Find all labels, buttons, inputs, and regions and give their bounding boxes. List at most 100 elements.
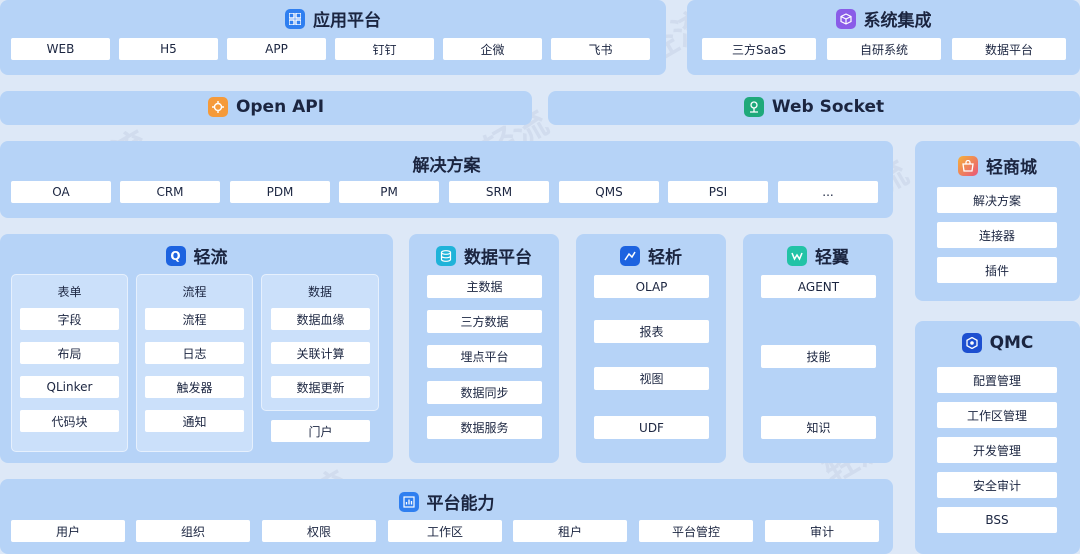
network-icon	[743, 97, 764, 117]
qingxi-panel: 轻析 OLAP 报表 视图 UDF	[576, 234, 726, 463]
qingliu-icon: Q	[165, 245, 186, 266]
qingshangcheng-panel: 轻商城 解决方案 连接器 插件	[915, 141, 1080, 301]
platform-capability-item[interactable]: 租户	[513, 520, 627, 542]
solutions-panel: 解决方案 OA CRM PDM PM SRM QMS PSI ...	[0, 141, 893, 218]
qmc-icon	[961, 333, 982, 353]
system-integration-item[interactable]: 数据平台	[952, 38, 1066, 60]
solution-item[interactable]: CRM	[120, 181, 220, 203]
store-icon	[958, 155, 978, 176]
qingshangcheng-title: 轻商城	[986, 158, 1037, 178]
system-integration-panel: 系统集成 三方SaaS 自研系统 数据平台	[687, 0, 1080, 75]
process-group: 流程 流程 日志 触发器 通知	[136, 274, 253, 452]
qmc-item[interactable]: 配置管理	[937, 367, 1057, 393]
platform-capability-item[interactable]: 平台管控	[639, 520, 753, 542]
solutions-header: 解决方案	[0, 151, 893, 176]
qmc-item[interactable]: BSS	[937, 507, 1057, 533]
solution-item[interactable]: OA	[11, 181, 111, 203]
platform-capability-item[interactable]: 权限	[262, 520, 376, 542]
qingyi-header: 轻翼	[743, 243, 893, 268]
qingxi-item[interactable]: 视图	[594, 367, 709, 390]
forms-item[interactable]: QLinker	[20, 376, 119, 398]
forms-item[interactable]: 字段	[20, 308, 119, 330]
solution-item[interactable]: QMS	[559, 181, 659, 203]
qingliu-header: Q 轻流	[0, 243, 393, 268]
portal-item[interactable]: 门户	[271, 420, 370, 442]
qingxi-item[interactable]: UDF	[594, 416, 709, 439]
process-item[interactable]: 触发器	[145, 376, 244, 398]
api-icon	[207, 97, 228, 117]
data-platform-item[interactable]: 数据服务	[427, 416, 542, 439]
database-icon	[436, 245, 456, 266]
qingxi-header: 轻析	[576, 243, 726, 268]
app-platform-header: 应用平台	[0, 6, 666, 31]
qingyi-item[interactable]: AGENT	[761, 275, 876, 298]
open-api-title: Open API	[235, 97, 325, 117]
app-platform-panel: 应用平台 WEB H5 APP 钉钉 企微 飞书	[0, 0, 666, 75]
qmc-header: QMC	[915, 333, 1080, 353]
solution-item[interactable]: PDM	[230, 181, 330, 203]
data-platform-item[interactable]: 数据同步	[427, 381, 542, 404]
system-integration-item[interactable]: 自研系统	[827, 38, 941, 60]
process-item[interactable]: 流程	[145, 308, 244, 330]
platform-capability-panel: 平台能力 用户 组织 权限 工作区 租户 平台管控 审计	[0, 479, 893, 554]
forms-item[interactable]: 布局	[20, 342, 119, 364]
platform-capability-title: 平台能力	[426, 494, 495, 514]
qingyi-title: 轻翼	[815, 248, 849, 268]
data-item[interactable]: 数据血缘	[271, 308, 370, 330]
data-group-title: 数据	[307, 285, 332, 299]
qingliu-panel: Q 轻流 表单 字段 布局 QLinker 代码块 流程 流程 日志 触发器 通…	[0, 234, 393, 463]
forms-item[interactable]: 代码块	[20, 410, 119, 432]
data-platform-item[interactable]: 主数据	[427, 275, 542, 298]
system-integration-item[interactable]: 三方SaaS	[702, 38, 816, 60]
grid-icon	[285, 8, 305, 29]
process-group-title: 流程	[182, 285, 207, 299]
web-socket-title: Web Socket	[771, 97, 885, 117]
solution-item[interactable]: PM	[339, 181, 439, 203]
data-platform-item[interactable]: 埋点平台	[427, 345, 542, 368]
qingshangcheng-item[interactable]: 连接器	[937, 222, 1057, 248]
app-platform-item[interactable]: 钉钉	[335, 38, 434, 60]
open-api-panel: Open API	[0, 91, 532, 125]
qmc-item[interactable]: 工作区管理	[937, 402, 1057, 428]
qingshangcheng-item[interactable]: 插件	[937, 257, 1057, 283]
system-integration-header: 系统集成	[687, 6, 1080, 31]
app-platform-item[interactable]: 飞书	[551, 38, 650, 60]
qingxi-item[interactable]: OLAP	[594, 275, 709, 298]
qingxi-icon	[620, 245, 640, 266]
platform-capability-item[interactable]: 审计	[765, 520, 879, 542]
data-group: 数据 数据血缘 关联计算 数据更新	[261, 274, 379, 411]
app-platform-item[interactable]: H5	[119, 38, 218, 60]
platform-capability-item[interactable]: 用户	[11, 520, 125, 542]
qmc-item[interactable]: 安全审计	[937, 472, 1057, 498]
qingshangcheng-item[interactable]: 解决方案	[937, 187, 1057, 213]
platform-capability-header: 平台能力	[0, 489, 893, 514]
qingyi-item[interactable]: 知识	[761, 416, 876, 439]
cube-icon	[835, 8, 856, 29]
solution-item-more[interactable]: ...	[778, 181, 878, 203]
qingliu-title: 轻流	[193, 248, 228, 268]
qmc-item[interactable]: 开发管理	[937, 437, 1057, 463]
app-platform-item[interactable]: WEB	[11, 38, 110, 60]
solution-item[interactable]: PSI	[668, 181, 768, 203]
solution-item[interactable]: SRM	[449, 181, 549, 203]
data-platform-panel: 数据平台 主数据 三方数据 埋点平台 数据同步 数据服务	[409, 234, 559, 463]
qingyi-item[interactable]: 技能	[761, 345, 876, 368]
data-platform-item[interactable]: 三方数据	[427, 310, 542, 333]
app-platform-title: 应用平台	[313, 11, 381, 31]
process-item[interactable]: 日志	[145, 342, 244, 364]
forms-group-title: 表单	[57, 285, 82, 299]
qingxi-item[interactable]: 报表	[594, 320, 709, 343]
solutions-title: 解决方案	[412, 156, 481, 176]
platform-capability-item[interactable]: 工作区	[388, 520, 502, 542]
qingshangcheng-header: 轻商城	[915, 153, 1080, 178]
data-item[interactable]: 数据更新	[271, 376, 370, 398]
data-item[interactable]: 关联计算	[271, 342, 370, 364]
web-socket-panel: Web Socket	[548, 91, 1080, 125]
app-platform-item[interactable]: 企微	[443, 38, 542, 60]
app-platform-item[interactable]: APP	[227, 38, 326, 60]
forms-group: 表单 字段 布局 QLinker 代码块	[11, 274, 128, 452]
platform-capability-item[interactable]: 组织	[136, 520, 250, 542]
qmc-panel: QMC 配置管理 工作区管理 开发管理 安全审计 BSS	[915, 321, 1080, 554]
process-item[interactable]: 通知	[145, 410, 244, 432]
system-integration-title: 系统集成	[863, 11, 932, 31]
